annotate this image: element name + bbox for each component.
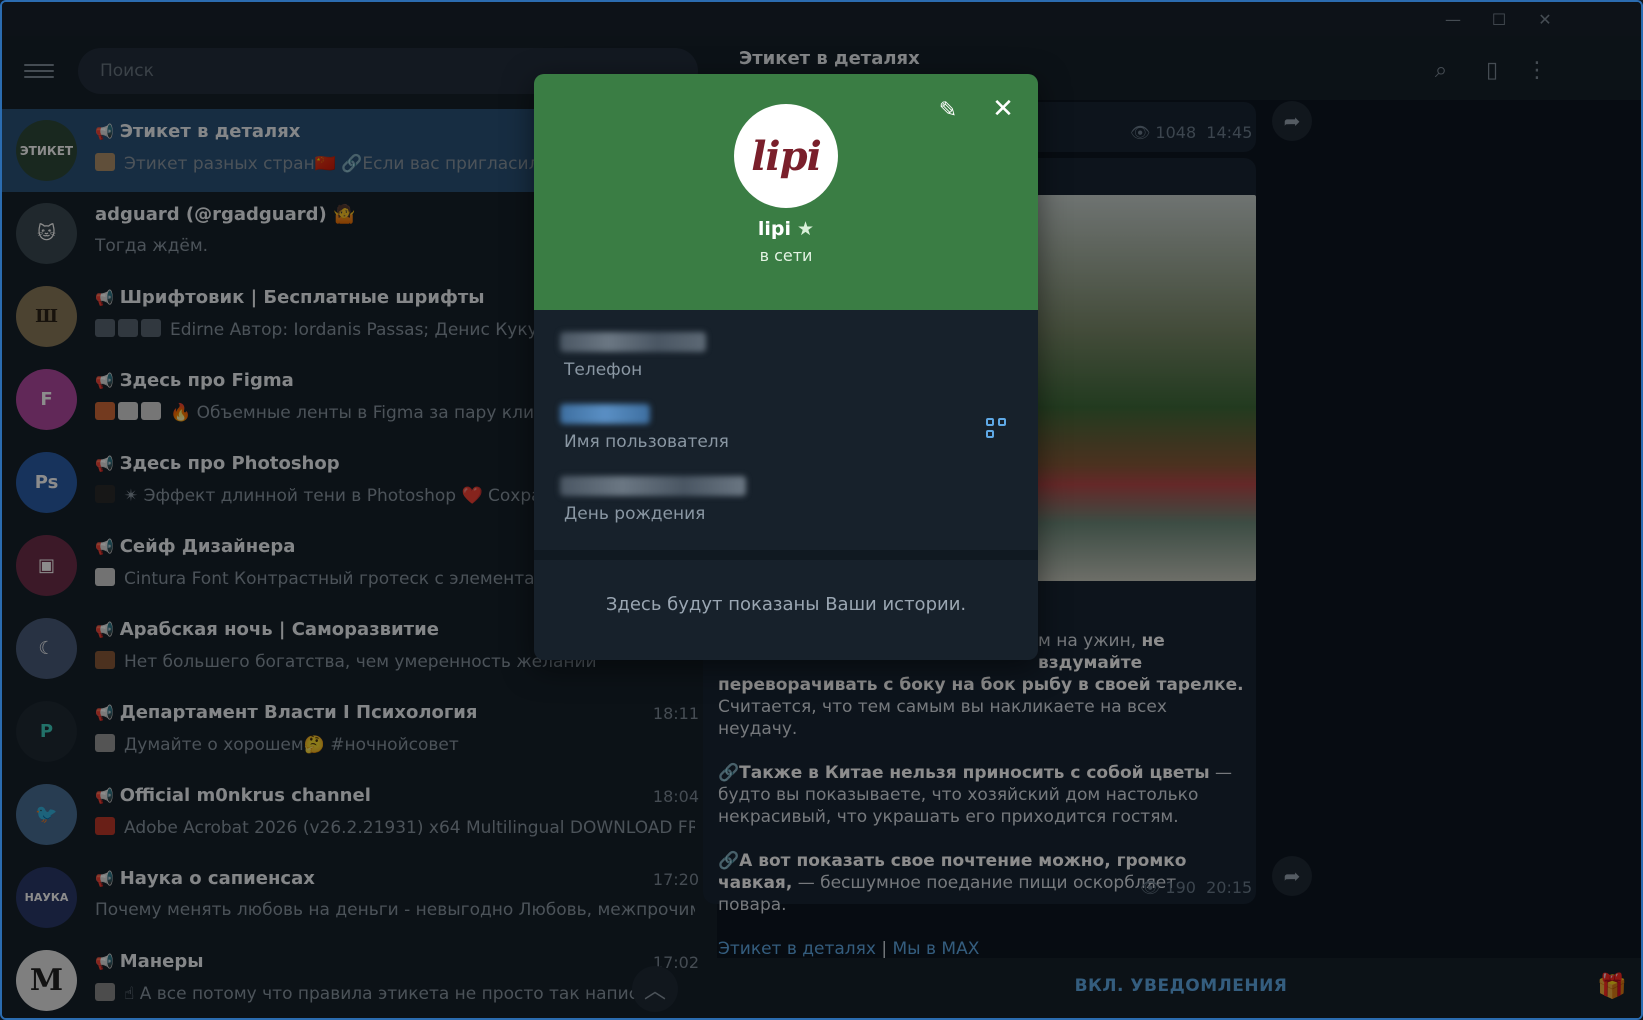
close-dialog-button[interactable]: ✕: [988, 94, 1018, 124]
birthday-label: День рождения: [564, 504, 706, 524]
app-window: — ☐ ✕ Поиск ЭТИКЕТ 📢 Этикет в деталях Эти…: [0, 0, 1643, 1020]
profile-header: lipi lipi ★ в сети ✎ ✕: [534, 74, 1038, 310]
phone-label: Телефон: [564, 360, 643, 380]
username-value-hidden: [560, 404, 650, 424]
birthday-value-hidden: [560, 476, 746, 496]
profile-dialog: lipi lipi ★ в сети ✎ ✕ Телефон Имя пользо…: [534, 74, 1038, 660]
phone-value-hidden: [560, 332, 706, 352]
profile-status: в сети: [759, 246, 813, 265]
star-icon: ★: [797, 218, 815, 240]
close-icon: ✕: [992, 94, 1014, 124]
profile-avatar[interactable]: lipi: [734, 104, 838, 208]
pencil-icon: ✎: [938, 97, 958, 123]
qr-code-icon: [986, 418, 994, 426]
username-label: Имя пользователя: [564, 432, 729, 452]
divider: [534, 550, 1038, 560]
stories-placeholder: Здесь будут показаны Ваши истории.: [605, 594, 967, 615]
qr-code-button[interactable]: [986, 418, 1008, 440]
profile-name: lipi: [757, 218, 792, 240]
edit-profile-button[interactable]: ✎: [934, 96, 962, 124]
